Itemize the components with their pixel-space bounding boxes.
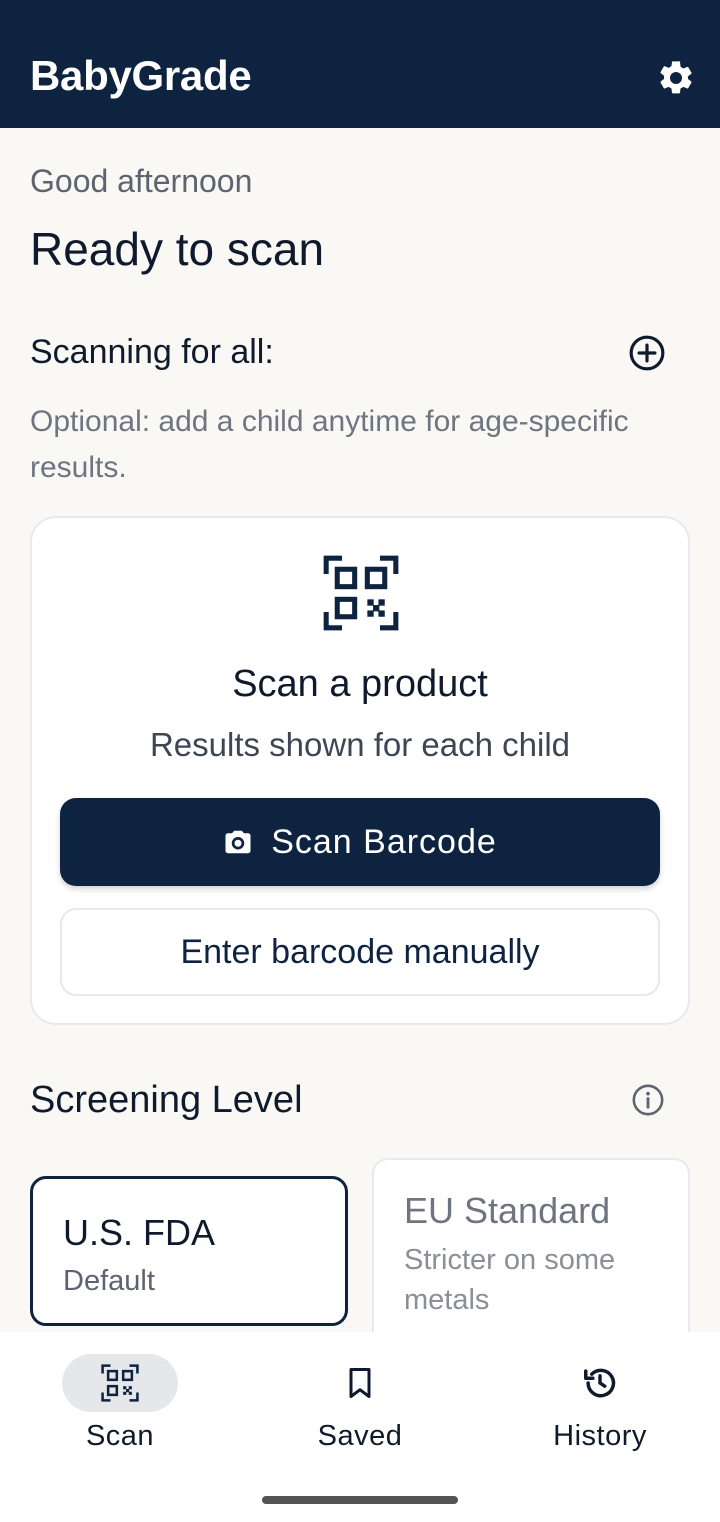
scan-card-subtitle: Results shown for each child xyxy=(149,726,571,763)
screening-option-desc: Stricter on some metals xyxy=(404,1244,616,1316)
add-child-hint: Optional: add a child anytime for age-sp… xyxy=(30,405,629,484)
page-title: Ready to scan xyxy=(30,223,325,275)
settings-button[interactable] xyxy=(652,54,700,102)
qr-code-icon xyxy=(101,1364,139,1402)
nav-label-history: History xyxy=(553,1420,647,1452)
bookmark-icon xyxy=(349,1368,371,1398)
history-icon xyxy=(584,1368,616,1398)
screening-info-button[interactable] xyxy=(628,1080,668,1120)
scan-product-card: Scan a product Results shown for each ch… xyxy=(30,516,690,1025)
nav-icon-pill xyxy=(542,1354,658,1412)
screening-option-eu[interactable]: EU Standard Stricter on some metals xyxy=(372,1158,690,1358)
app-header: BabyGrade xyxy=(0,0,720,128)
bottom-navigation: Scan Saved History xyxy=(0,1332,720,1522)
camera-icon xyxy=(225,830,251,854)
app-title: BabyGrade xyxy=(30,52,252,99)
screening-level-title: Screening Level xyxy=(30,1079,303,1121)
scan-card-title: Scan a product xyxy=(232,663,488,705)
nav-label-saved: Saved xyxy=(317,1420,403,1452)
info-icon xyxy=(632,1084,664,1116)
enter-barcode-label: Enter barcode manually xyxy=(180,932,540,971)
scanning-for-label: Scanning for all: xyxy=(30,333,274,371)
nav-icon-pill xyxy=(62,1354,178,1412)
scan-barcode-button[interactable]: Scan Barcode xyxy=(60,798,660,886)
screening-option-name: EU Standard xyxy=(404,1190,611,1231)
qr-code-icon xyxy=(323,555,399,631)
add-child-button[interactable] xyxy=(624,330,670,376)
enter-barcode-manually-button[interactable]: Enter barcode manually xyxy=(60,908,660,996)
scan-barcode-label: Scan Barcode xyxy=(271,822,497,861)
home-indicator[interactable] xyxy=(262,1496,458,1504)
nav-icon-pill xyxy=(302,1354,418,1412)
screening-option-desc: Default xyxy=(63,1265,155,1297)
nav-label-scan: Scan xyxy=(85,1420,155,1452)
nav-item-scan[interactable]: Scan xyxy=(0,1332,240,1472)
app-screen: BabyGrade Good afternoon Ready to scan S… xyxy=(0,0,720,1522)
nav-item-history[interactable]: History xyxy=(480,1332,720,1472)
screening-option-fda[interactable]: U.S. FDA Default xyxy=(30,1176,348,1326)
screening-option-name: U.S. FDA xyxy=(63,1212,216,1253)
nav-item-saved[interactable]: Saved xyxy=(240,1332,480,1472)
gear-icon xyxy=(660,61,692,94)
plus-circle-icon xyxy=(629,335,665,371)
greeting-text: Good afternoon xyxy=(30,163,253,199)
